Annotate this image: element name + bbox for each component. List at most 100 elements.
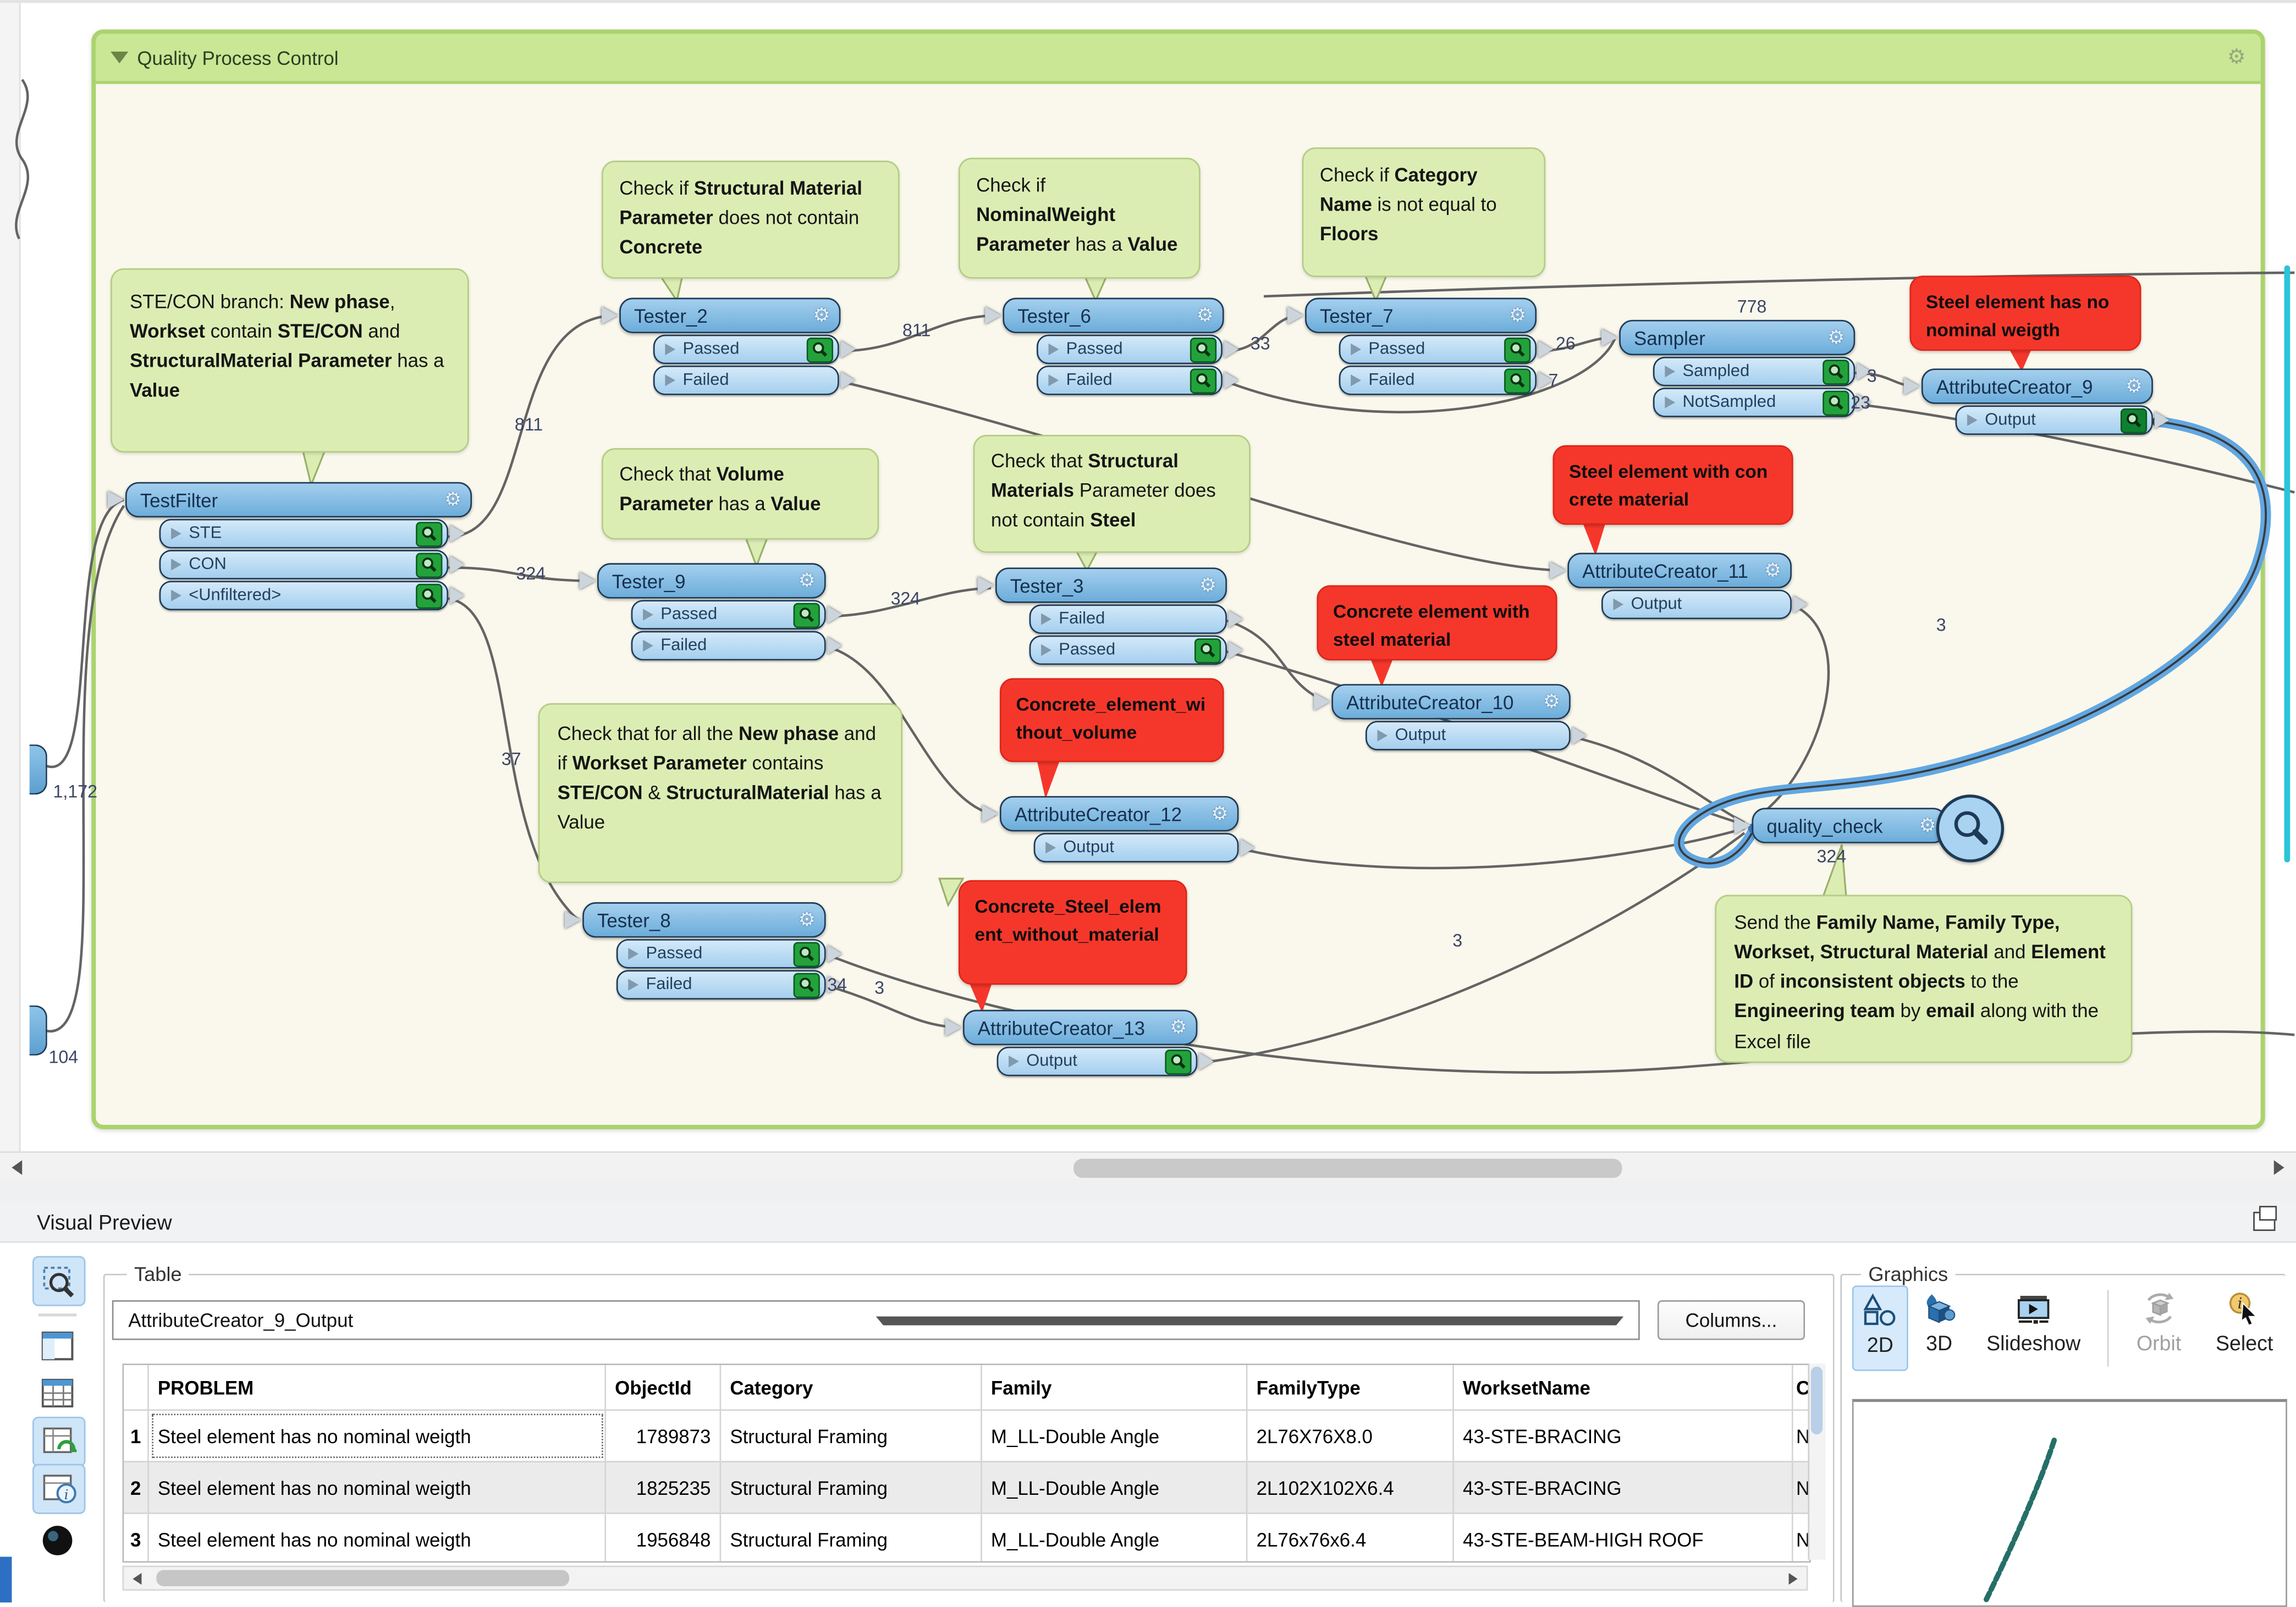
output-port-arrow[interactable] <box>1224 372 1239 389</box>
graphics-3d-button[interactable]: 3D <box>1913 1285 1966 1371</box>
cell-worksetname[interactable]: 43-STE-BRACING <box>1454 1411 1793 1461</box>
gear-icon[interactable]: ⚙ <box>1199 576 1216 595</box>
cell-clipped[interactable]: N <box>1793 1462 1809 1512</box>
input-port-arrow[interactable] <box>1734 817 1750 835</box>
inspect-magnifier-icon[interactable] <box>416 521 442 546</box>
input-port-arrow[interactable] <box>1287 307 1303 324</box>
graphics-slideshow-button[interactable]: Slideshow <box>1970 1285 2097 1371</box>
offscreen-node-stub[interactable] <box>30 1006 47 1056</box>
annotation-send-email[interactable]: Send the Family Name, Family Type, Works… <box>1715 895 2133 1063</box>
gear-icon[interactable]: ⚙ <box>2126 377 2143 396</box>
gear-icon[interactable]: ⚙ <box>813 306 830 325</box>
column-header-category[interactable]: Category <box>721 1365 982 1409</box>
port-output[interactable]: Output <box>1366 721 1571 750</box>
table-row[interactable]: 2 Steel element has no nominal weigth 18… <box>124 1462 1809 1514</box>
gear-icon[interactable]: ⚙ <box>1211 804 1228 824</box>
table-row[interactable]: 3 Steel element has no nominal weigth 19… <box>124 1514 1809 1562</box>
inspect-magnifier-icon[interactable] <box>1823 359 1849 384</box>
gear-icon[interactable]: ⚙ <box>799 571 816 590</box>
column-header-problem[interactable]: PROBLEM <box>149 1365 606 1409</box>
input-port-arrow[interactable] <box>982 805 998 822</box>
scroll-left-arrow-icon[interactable] <box>133 1573 141 1584</box>
cell-familytype[interactable]: 2L76x76x6.4 <box>1247 1514 1453 1562</box>
output-port-arrow[interactable] <box>827 637 842 654</box>
input-port-arrow[interactable] <box>985 307 1001 324</box>
cell-problem[interactable]: Steel element has no nominal weigth <box>149 1514 606 1562</box>
table-horizontal-scrollbar[interactable] <box>123 1566 1808 1591</box>
cell-worksetname[interactable]: 43-STE-BRACING <box>1454 1462 1793 1512</box>
cell-category[interactable]: Structural Framing <box>721 1411 982 1461</box>
port-failed[interactable]: Failed <box>631 631 826 661</box>
gear-icon[interactable]: ⚙ <box>1170 1018 1187 1037</box>
annotation-check-nominalweight[interactable]: Check if NominalWeight Parameter has a V… <box>959 158 1201 279</box>
inspect-magnifier-icon[interactable] <box>794 972 820 997</box>
cell-familytype[interactable]: 2L76X76X8.0 <box>1247 1411 1453 1461</box>
input-port-arrow[interactable] <box>1314 693 1330 710</box>
column-header-familytype[interactable]: FamilyType <box>1247 1365 1453 1409</box>
gear-icon[interactable]: ⚙ <box>1197 306 1214 325</box>
output-port-arrow[interactable] <box>827 945 842 963</box>
input-port-arrow[interactable] <box>945 1019 961 1036</box>
cell-clipped[interactable]: N <box>1793 1411 1809 1461</box>
input-port-arrow[interactable] <box>1550 562 1566 579</box>
cell-clipped[interactable]: N <box>1793 1514 1809 1562</box>
port-passed[interactable]: Passed <box>1037 335 1223 365</box>
offscreen-node-stub[interactable] <box>30 744 47 794</box>
output-port-arrow[interactable] <box>827 606 842 623</box>
inspect-magnifier-icon[interactable] <box>1194 638 1221 663</box>
output-port-arrow[interactable] <box>450 556 465 573</box>
output-port-arrow[interactable] <box>1229 610 1243 628</box>
port-output[interactable]: Output <box>1601 590 1792 620</box>
output-port-arrow[interactable] <box>1224 340 1239 358</box>
transformer-tester-2[interactable]: Tester_2 ⚙ Passed Failed <box>619 298 840 395</box>
annotation-check-newphase[interactable]: Check that for all the New phase and if … <box>538 703 902 883</box>
output-port-arrow[interactable] <box>450 525 465 543</box>
transformer-attributecreator-12[interactable]: AttributeCreator_12 ⚙ Output <box>1000 796 1238 863</box>
port-failed[interactable]: Failed <box>1029 604 1227 634</box>
graphics-2d-button[interactable]: 2D <box>1852 1285 1908 1371</box>
annotation-check-volume[interactable]: Check that Volume Parameter has a Value <box>602 448 879 539</box>
toolbar-background-color-icon[interactable] <box>32 1517 82 1564</box>
column-header[interactable] <box>124 1365 149 1409</box>
transformer-attributecreator-9[interactable]: AttributeCreator_9 ⚙ Output <box>1921 368 2153 435</box>
port-failed[interactable]: Failed <box>1339 366 1537 395</box>
port-output[interactable]: Output <box>997 1047 1198 1076</box>
annotation-steel-no-nominal-weight[interactable]: Steel element has no nominal weigth <box>1909 275 2141 351</box>
cell-objectid[interactable]: 1956848 <box>606 1514 721 1562</box>
port-ste[interactable]: STE <box>159 519 449 549</box>
annotation-concrete-steel-without-material[interactable]: Concrete_Steel_element_without_material <box>959 880 1187 985</box>
port-failed[interactable]: Failed <box>653 366 839 395</box>
input-port-arrow[interactable] <box>565 911 581 929</box>
transformer-tester-7[interactable]: Tester_7 ⚙ Passed Failed <box>1305 298 1537 395</box>
scroll-right-arrow-icon[interactable] <box>1789 1573 1798 1584</box>
transformer-attributecreator-10[interactable]: AttributeCreator_10 ⚙ Output <box>1331 684 1570 750</box>
gear-icon[interactable]: ⚙ <box>1827 328 1844 347</box>
inspect-magnifier-icon[interactable] <box>794 941 820 967</box>
column-header-objectid[interactable]: ObjectId <box>606 1365 721 1409</box>
toolbar-table-view-icon[interactable] <box>32 1369 82 1417</box>
column-header-clipped[interactable]: C <box>1793 1365 1809 1409</box>
table-row[interactable]: 1 Steel element has no nominal weigth 17… <box>124 1411 1809 1462</box>
inspect-magnifier-icon[interactable] <box>807 337 833 362</box>
transformer-attributecreator-11[interactable]: AttributeCreator_11 ⚙ Output <box>1567 553 1792 620</box>
visual-preview-titlebar[interactable]: Visual Preview <box>0 1201 2296 1242</box>
graphics-orbit-button[interactable]: Orbit <box>2121 1285 2197 1371</box>
port-passed[interactable]: Passed <box>631 600 826 629</box>
panel-splitter[interactable] <box>0 1179 2296 1201</box>
inspect-magnifier-icon[interactable] <box>1190 368 1216 393</box>
feature-type-dropdown[interactable]: AttributeCreator_9_Output <box>112 1300 1640 1340</box>
scroll-right-arrow-icon[interactable] <box>2274 1160 2284 1175</box>
cell-family[interactable]: M_LL-Double Angle <box>982 1514 1248 1562</box>
cell-objectid[interactable]: 1825235 <box>606 1462 721 1512</box>
cell-problem[interactable]: Steel element has no nominal weigth <box>149 1411 606 1461</box>
scroll-left-arrow-icon[interactable] <box>12 1160 22 1175</box>
preview-data-table[interactable]: PROBLEM ObjectId Category Family FamilyT… <box>123 1363 1811 1562</box>
port-con[interactable]: CON <box>159 550 449 579</box>
port-notsampled[interactable]: NotSampled <box>1653 388 1855 417</box>
cell-category[interactable]: Structural Framing <box>721 1514 982 1562</box>
gear-icon[interactable]: ⚙ <box>799 910 816 930</box>
gear-icon[interactable]: ⚙ <box>1543 692 1560 711</box>
transformer-quality-check[interactable]: quality_check ⚙ <box>1752 808 1947 843</box>
scrollbar-thumb[interactable] <box>1811 1367 1823 1434</box>
graphics-viewport[interactable] <box>1852 1399 2287 1607</box>
